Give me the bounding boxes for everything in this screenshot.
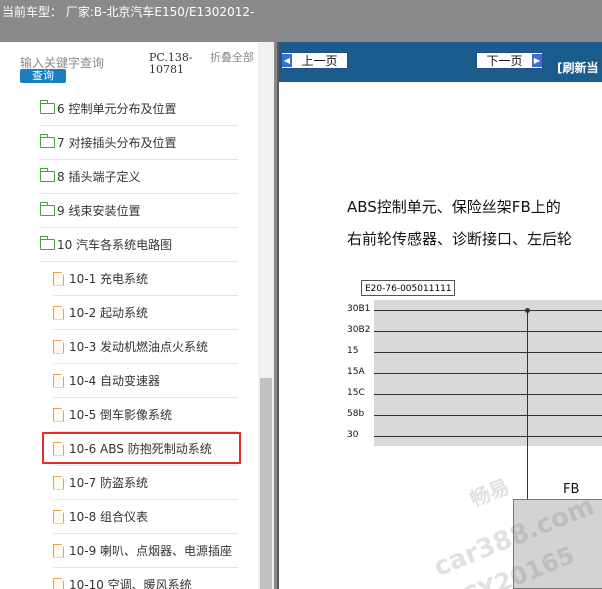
- tree-item-label: 10-1 充电系统: [69, 272, 149, 286]
- bus-label: 15: [347, 346, 359, 356]
- tree-item-label: 6 控制单元分布及位置: [57, 102, 177, 116]
- tree-item-doc[interactable]: 10-9 喇叭、点烟器、电源插座: [53, 534, 238, 568]
- document-viewer: ◀ 上一页 下一页 ▶ [刷新当 ABS控制单元、保险丝架FB上的 右前轮传感器…: [277, 42, 602, 589]
- selected-item-highlight: [42, 432, 241, 464]
- tree-item-label: 10-3 发动机燃油点火系统: [69, 340, 209, 354]
- tree-item-doc[interactable]: 10-7 防盗系统: [53, 466, 238, 500]
- bus-line: [374, 373, 602, 374]
- arrow-left-icon: ◀: [282, 54, 292, 67]
- bus-label: 30B1: [347, 304, 371, 314]
- tree-item-doc[interactable]: 10-4 自动变速器: [53, 364, 238, 398]
- folder-open-icon: [40, 236, 55, 250]
- pc-code: PC.138-10781: [149, 51, 193, 76]
- bus-label: 30: [347, 430, 359, 440]
- tree-item-folder[interactable]: 8 插头端子定义: [40, 160, 238, 194]
- next-page-label: 下一页: [486, 54, 523, 68]
- bus-label: 15C: [347, 388, 365, 398]
- refresh-link[interactable]: [刷新当: [557, 59, 599, 76]
- folder-icon: [40, 202, 55, 216]
- bus-line: [374, 331, 602, 332]
- tree-item-label: 9 线束安装位置: [57, 204, 141, 218]
- bus-line: [374, 415, 602, 416]
- scrollbar-thumb[interactable]: [260, 378, 272, 589]
- bus-line: [374, 394, 602, 395]
- bus-line: [374, 436, 602, 437]
- sidebar: 输入关键字查询 查询 PC.138-10781 折叠全部 6 控制单元分布及位置…: [0, 42, 274, 589]
- document-icon: [53, 407, 64, 422]
- tree-item-label: 10-2 起动系统: [69, 306, 149, 320]
- viewer-toolbar: ◀ 上一页 下一页 ▶ [刷新当: [279, 42, 602, 82]
- tree-item-doc[interactable]: 10-8 组合仪表: [53, 500, 238, 534]
- tree-item-label: 10-9 喇叭、点烟器、电源插座: [69, 544, 233, 558]
- tree-item-label: 10-4 自动变速器: [69, 374, 161, 388]
- document-icon: [53, 475, 64, 490]
- tree-item-label: 10-8 组合仪表: [69, 510, 149, 524]
- top-bar: 当前车型： 厂家:B-北京汽车E150/E1302012-: [0, 0, 602, 42]
- document-icon: [53, 509, 64, 524]
- tree-item-folder[interactable]: 10 汽车各系统电路图: [40, 228, 238, 262]
- document-icon: [53, 373, 64, 388]
- document-icon: [53, 543, 64, 558]
- tree-item-doc[interactable]: 10-2 起动系统: [53, 296, 238, 330]
- folder-icon: [40, 134, 55, 148]
- doc-heading-line2: 右前轮传感器、诊断接口、左后轮: [347, 230, 573, 248]
- prev-page-button[interactable]: ◀ 上一页: [281, 52, 348, 69]
- folder-icon: [40, 168, 55, 182]
- tree-item-folder[interactable]: 7 对接插头分布及位置: [40, 126, 238, 160]
- document-icon: [53, 577, 64, 589]
- tree-item-label: 10-10 空调、暖风系统: [69, 578, 192, 589]
- tree-item-doc[interactable]: 10-1 充电系统: [53, 262, 238, 296]
- bus-label: 15A: [347, 367, 365, 377]
- bus-label: 30B2: [347, 325, 371, 335]
- bus-line: [374, 310, 602, 311]
- tree-item-label: 10-7 防盗系统: [69, 476, 149, 490]
- folder-icon: [40, 100, 55, 114]
- tree-item-folder[interactable]: 6 控制单元分布及位置: [40, 92, 238, 126]
- arrow-right-icon: ▶: [532, 54, 542, 67]
- diagram-code: E20-76-005011111: [361, 280, 455, 296]
- wire-junction: [525, 308, 530, 313]
- tree-item-doc[interactable]: 10-5 倒车影像系统: [53, 398, 238, 432]
- tree-item-label: 10 汽车各系统电路图: [57, 238, 173, 252]
- tree-item-folder[interactable]: 9 线束安装位置: [40, 194, 238, 228]
- bus-line: [374, 352, 602, 353]
- prev-page-label: 上一页: [301, 54, 338, 68]
- search-area: 输入关键字查询 查询 PC.138-10781 折叠全部: [0, 42, 258, 90]
- collapse-all-button[interactable]: 折叠全部: [210, 52, 254, 64]
- bus-label: 58b: [347, 409, 365, 419]
- tree-item-doc[interactable]: 10-10 空调、暖风系统: [53, 568, 238, 589]
- next-page-button[interactable]: 下一页 ▶: [476, 52, 543, 69]
- document-icon: [53, 271, 64, 286]
- search-button[interactable]: 查询: [20, 69, 66, 83]
- tree-item-doc[interactable]: 10-3 发动机燃油点火系统: [53, 330, 238, 364]
- wire-line: [527, 310, 528, 499]
- tree-item-label: 7 对接插头分布及位置: [57, 136, 177, 150]
- document-icon: [53, 339, 64, 354]
- doc-heading-line1: ABS控制单元、保险丝架FB上的: [347, 198, 561, 216]
- vehicle-title: 当前车型： 厂家:B-北京汽车E150/E1302012-: [2, 5, 255, 19]
- tree-item-label: 10-5 倒车影像系统: [69, 408, 173, 422]
- document-icon: [53, 305, 64, 320]
- tree-item-label: 8 插头端子定义: [57, 170, 141, 184]
